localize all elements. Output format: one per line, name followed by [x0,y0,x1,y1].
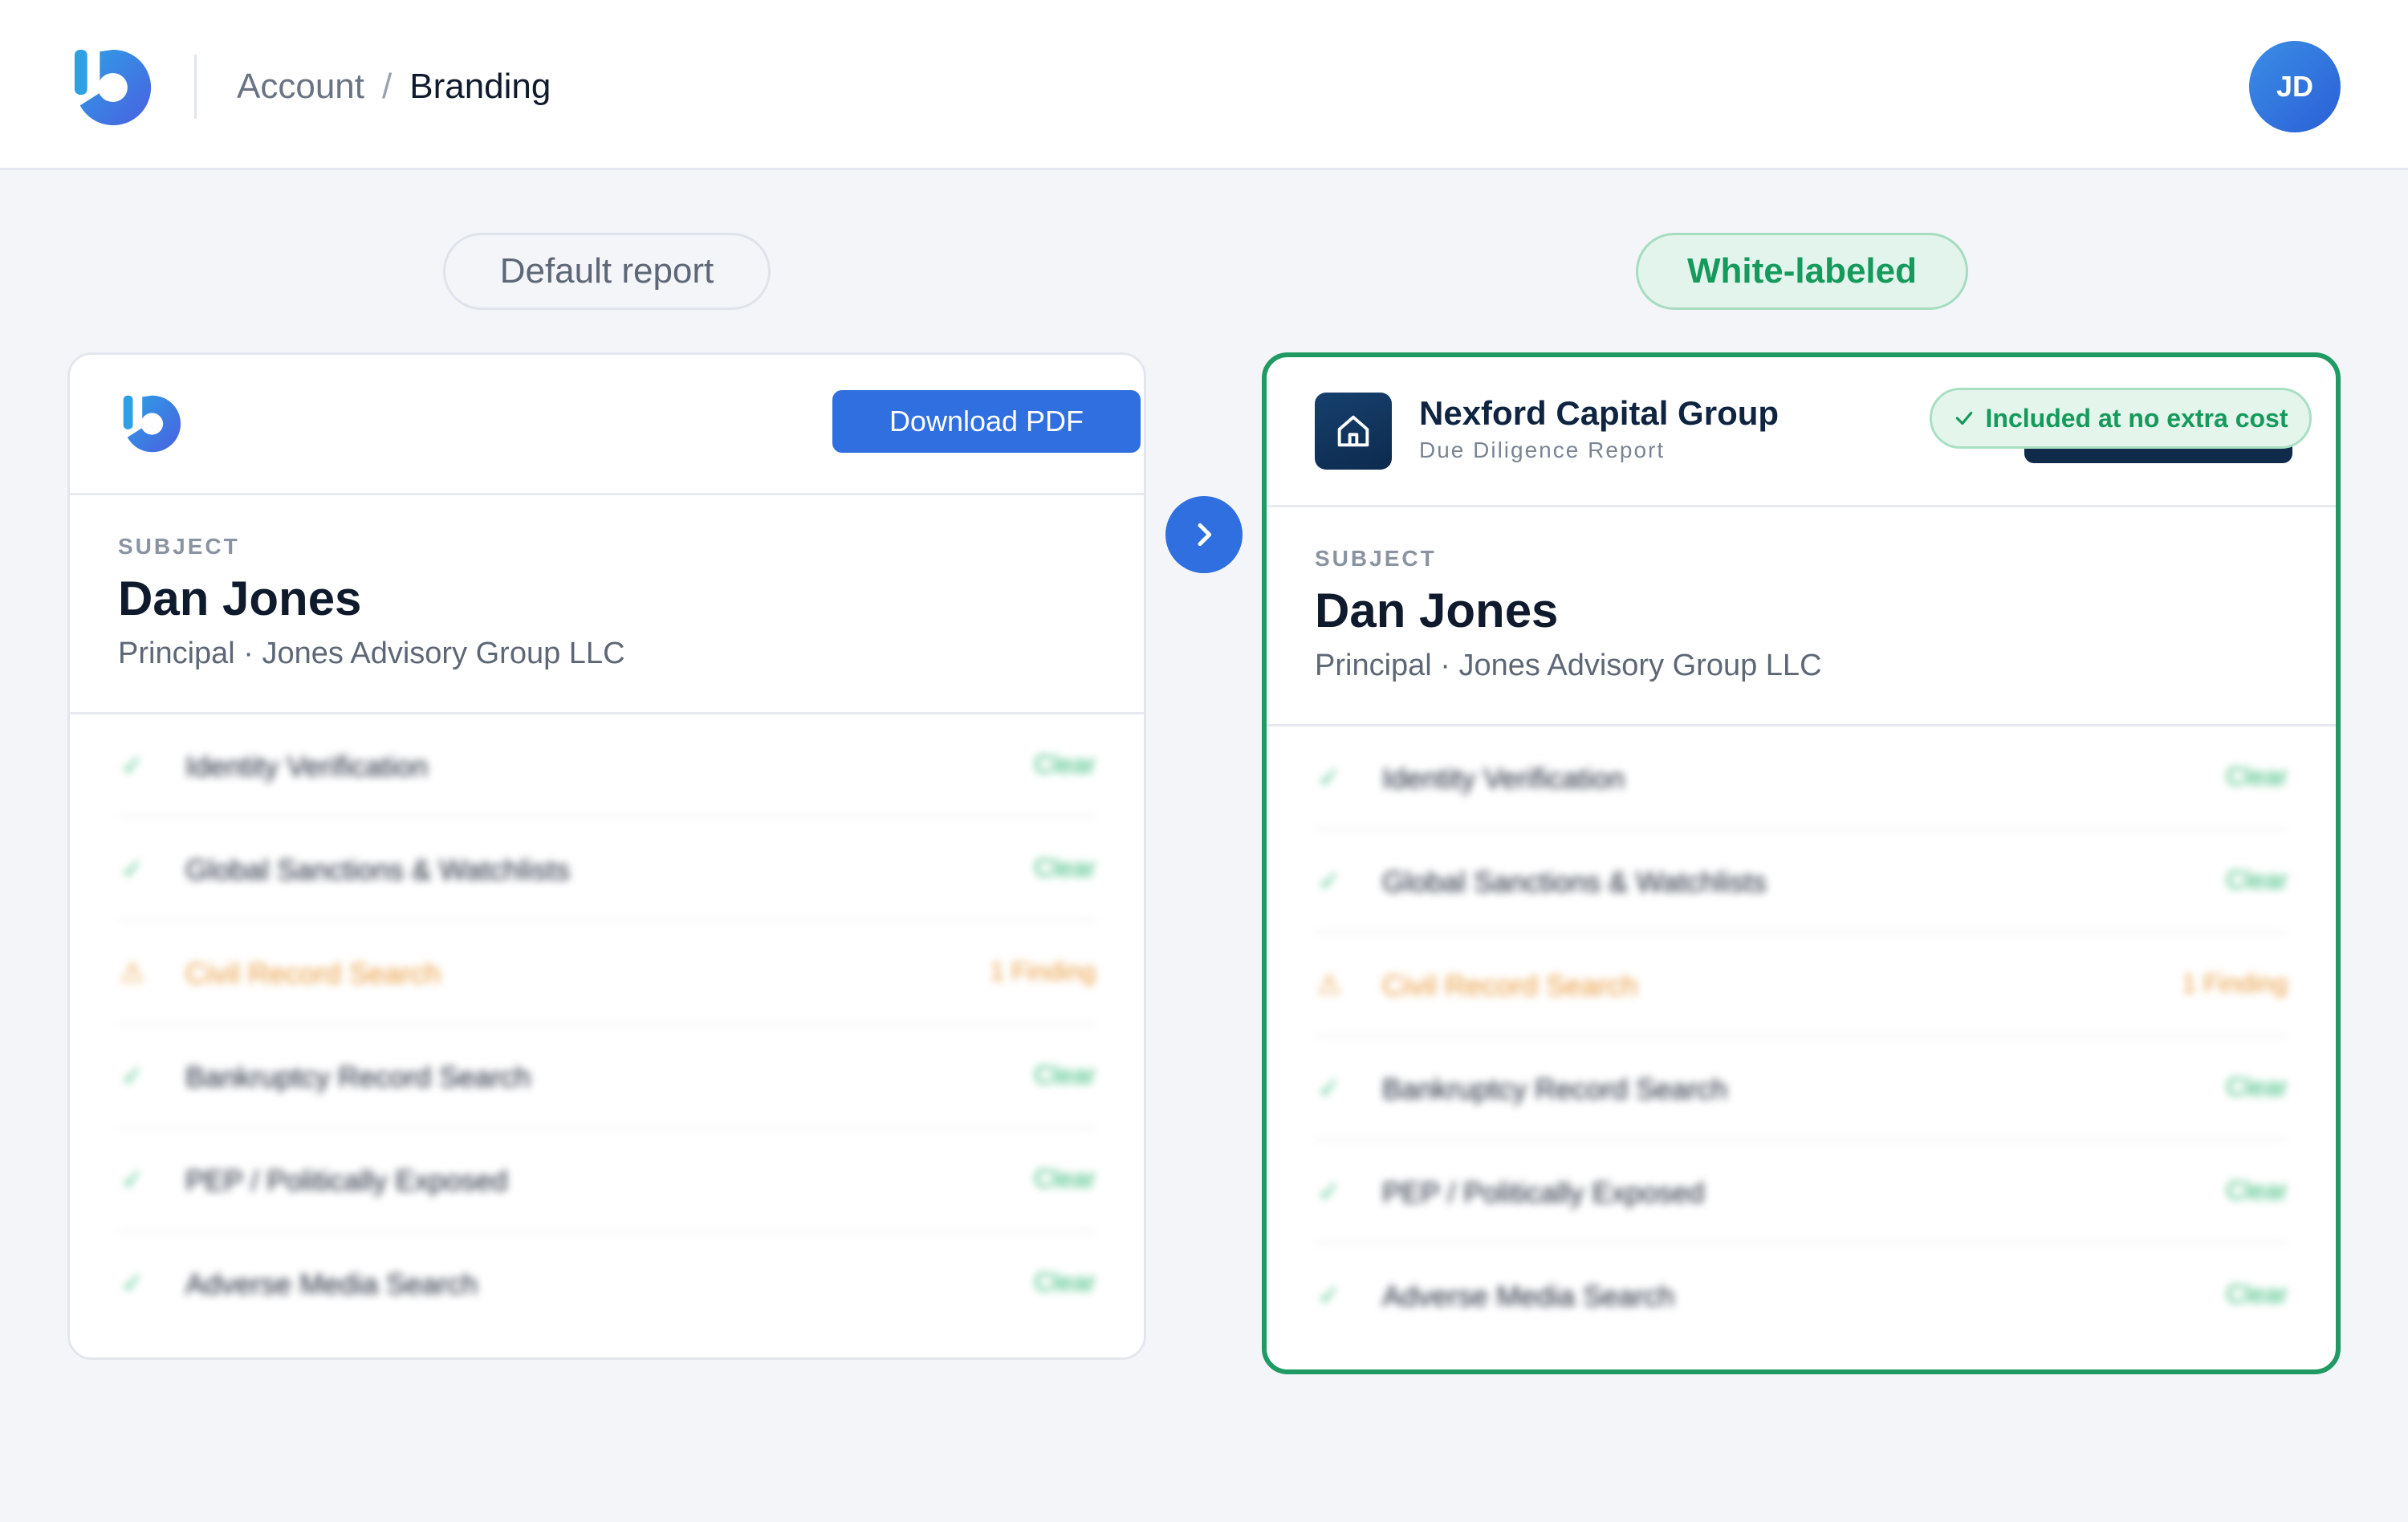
check-icon: ✓ [1317,1177,1341,1207]
check-row: ✓ Bankruptcy Record Search Clear [1315,1037,2288,1141]
top-bar: Account / Branding JD [0,0,2408,170]
check-name: Adverse Media Search [1382,1280,1675,1312]
brand-subtitle: Due Diligence Report [1419,437,1666,462]
default-report-card: Download PDF SUBJECT Dan Jones Principal… [67,352,1146,1360]
check-status: Clear [2226,1072,2288,1101]
check-status: Clear [2226,762,2288,791]
subject-label: SUBJECT [1315,546,1437,571]
check-name: Bankruptcy Record Search [1382,1072,1728,1105]
check-icon: ✓ [1317,1073,1341,1104]
app-logo-icon [123,395,181,453]
breadcrumb: Account / Branding [237,64,551,109]
warning-icon: ⚠ [120,958,145,988]
white-labeled-report-header: Nexford Capital Group Due Diligence Repo… [1267,357,2336,507]
check-row: ✓ Bankruptcy Record Search Clear [118,1025,1096,1129]
chevron-right-icon [1198,523,1212,547]
check-status: Clear [1034,1268,1096,1296]
check-row: ✓ Identity Verification Clear [1315,726,2288,830]
check-row: ✓ PEP / Politically Exposed Clear [118,1129,1096,1232]
check-name: PEP / Politically Exposed [185,1164,508,1197]
check-status: Clear [1034,750,1096,779]
warning-icon: ⚠ [1316,970,1342,1000]
check-row: ⚠ Civil Record Search 1 Finding [1315,934,2288,1037]
no-extra-cost-badge: Included at no extra cost [1930,388,2312,449]
breadcrumb-account-link[interactable]: Account [237,67,364,106]
download-pdf-button[interactable]: Download PDF [832,390,1141,453]
check-status: Clear [2226,1176,2288,1205]
check-row: ⚠ Civil Record Search 1 Finding [118,922,1096,1025]
check-row: ✓ Identity Verification Clear [118,714,1096,818]
check-name: Global Sanctions & Watchlists [1382,865,1767,898]
check-status: Clear [1034,1164,1096,1193]
brand-name: Nexford Capital Group [1419,394,1780,432]
subject-name: Dan Jones [1315,584,1559,637]
check-icon: ✓ [120,854,144,885]
check-status: Clear [1034,1060,1096,1089]
check-row: ✓ Adverse Media Search Clear [118,1232,1096,1333]
subject-role: Principal · Jones Advisory Group LLC [118,637,625,670]
breadcrumb-separator: / [381,67,393,106]
check-name: Bankruptcy Record Search [185,1060,531,1093]
check-icon [1955,411,1972,425]
subject-name: Dan Jones [118,572,362,625]
check-name: Global Sanctions & Watchlists [185,853,570,886]
check-name: PEP / Politically Exposed [1382,1176,1705,1209]
check-icon: ✓ [1317,1280,1341,1311]
check-list: ✓ Identity Verification Clear ✓ Global S… [1267,726,2336,1345]
check-status: Clear [1034,853,1096,882]
white-labeled-report-card: Nexford Capital Group Due Diligence Repo… [1262,352,2341,1374]
check-name: Identity Verification [1382,762,1625,795]
check-row: ✓ Global Sanctions & Watchlists Clear [1315,830,2288,934]
compare-arrow-button[interactable] [1165,496,1243,573]
check-row: ✓ Adverse Media Search Clear [1315,1244,2288,1345]
badge-label: Included at no extra cost [1985,403,2288,433]
header-divider [194,55,197,119]
breadcrumb-current: Branding [409,67,551,106]
check-icon: ✓ [120,1268,144,1299]
check-name: Identity Verification [185,750,429,783]
check-name: Adverse Media Search [185,1268,478,1300]
home-icon [1315,393,1392,470]
check-status: 1 Finding [2182,969,2288,998]
check-row: ✓ Global Sanctions & Watchlists Clear [118,818,1096,922]
check-status: 1 Finding [990,957,1096,986]
default-report-header: Download PDF [70,355,1144,495]
check-status: Clear [2226,865,2288,894]
subject-role: Principal · Jones Advisory Group LLC [1315,649,1822,682]
check-icon: ✓ [1317,866,1341,897]
white-labeled-label: White-labeled [1636,233,1968,310]
app-logo-icon[interactable] [67,43,157,132]
subject-section: SUBJECT Dan Jones Principal · Jones Advi… [1267,507,2336,726]
check-status: Clear [2226,1280,2288,1308]
check-icon: ✓ [120,751,144,781]
check-icon: ✓ [120,1165,144,1195]
subject-section: SUBJECT Dan Jones Principal · Jones Advi… [70,495,1144,714]
check-icon: ✓ [120,1061,144,1092]
subject-label: SUBJECT [118,534,240,559]
check-row: ✓ PEP / Politically Exposed Clear [1315,1141,2288,1244]
check-list: ✓ Identity Verification Clear ✓ Global S… [70,714,1144,1333]
check-name: Civil Record Search [1382,969,1638,1002]
check-name: Civil Record Search [185,957,441,990]
check-icon: ✓ [1317,763,1341,793]
default-report-label: Default report [443,233,771,310]
user-avatar[interactable]: JD [2249,41,2341,132]
